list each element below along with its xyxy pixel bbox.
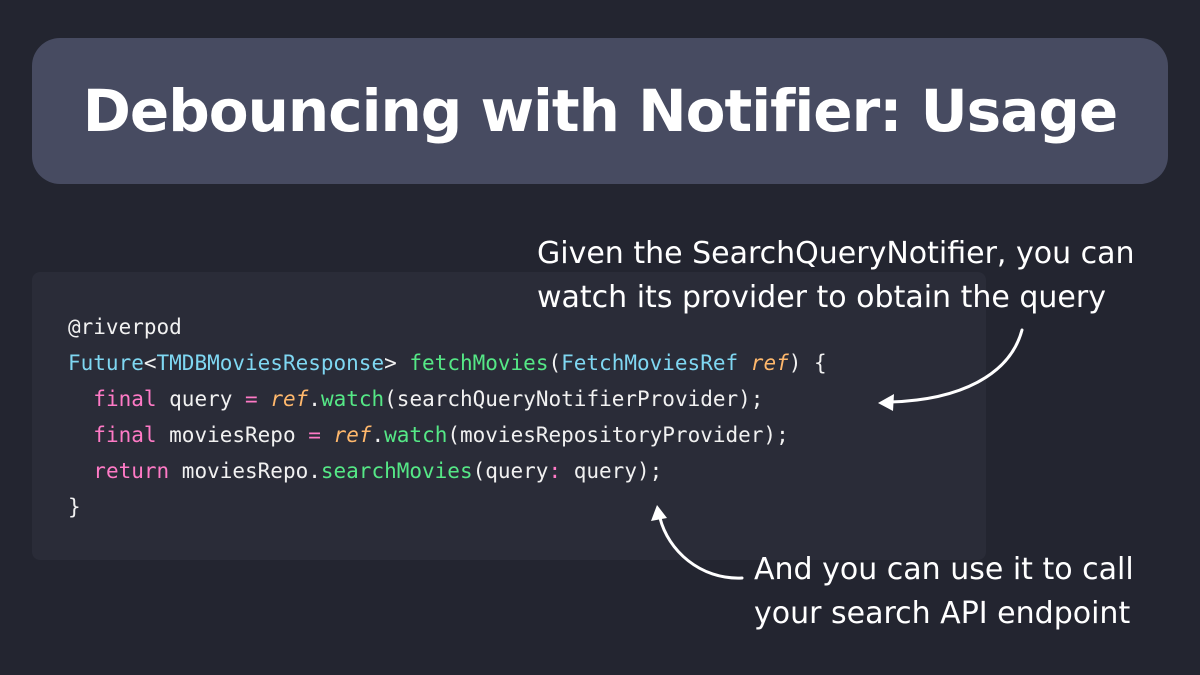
code-line: return moviesRepo.searchMovies(query: qu… <box>68 453 827 489</box>
code-line: Future<TMDBMoviesResponse> fetchMovies(F… <box>68 345 827 381</box>
code-token-func: watch <box>320 387 385 411</box>
code-token-plain: > <box>384 351 410 375</box>
code-token-keyword: = <box>245 387 258 411</box>
code-line: final query = ref.watch(searchQueryNotif… <box>68 381 827 417</box>
code-token-plain: . <box>308 387 321 411</box>
code-token-plain: (moviesRepositoryProvider); <box>447 423 789 447</box>
code-token-plain: moviesRepo. <box>169 459 321 483</box>
callout-bottom-line-1: And you can use it to call <box>754 552 1134 587</box>
callout-bottom-line-2: your search API endpoint <box>754 596 1131 631</box>
code-token-plain: moviesRepo <box>156 423 309 447</box>
code-token-plain: . <box>371 423 385 447</box>
code-token-func: watch <box>384 423 448 447</box>
code-token-param: ref <box>270 387 309 411</box>
code-token-param: ref <box>750 351 789 375</box>
code-line: } <box>68 489 827 525</box>
code-token-plain: query); <box>561 459 663 483</box>
code-token-plain: (query <box>472 459 549 483</box>
code-token-plain: ) { <box>788 351 827 375</box>
callout-top: Given the SearchQueryNotifier, you can w… <box>537 232 1135 320</box>
code-token-annotation: @riverpod <box>68 315 182 339</box>
slide-title: Debouncing with Notifier: Usage <box>82 77 1118 145</box>
code-token-keyword: : <box>548 459 562 483</box>
callout-bottom: And you can use it to call your search A… <box>754 548 1134 636</box>
code-block: @riverpod Future<TMDBMoviesResponse> fetc… <box>68 309 827 525</box>
code-token-func: searchMovies <box>320 459 473 483</box>
callout-top-line-1: Given the SearchQueryNotifier, you can <box>537 236 1135 271</box>
title-banner: Debouncing with Notifier: Usage <box>32 38 1168 184</box>
code-token-plain: (searchQueryNotifierProvider); <box>384 387 764 411</box>
code-token-plain: query <box>156 387 246 411</box>
code-token-func: fetchMovies <box>409 351 549 375</box>
code-token-keyword: final <box>93 423 157 447</box>
code-token-param: ref <box>333 423 372 447</box>
code-token-plain: } <box>68 495 81 519</box>
code-token-plain: < <box>143 351 157 375</box>
code-token-type: TMDBMoviesResponse <box>156 351 385 375</box>
code-line: final moviesRepo = ref.watch(moviesRepos… <box>68 417 827 453</box>
code-token-keyword: return <box>93 459 170 483</box>
callout-top-line-2: watch its provider to obtain the query <box>537 280 1106 315</box>
code-token-keyword: final <box>93 387 157 411</box>
code-token-type: FetchMoviesRef <box>561 351 739 375</box>
code-token-plain: ( <box>548 351 562 375</box>
code-token-type: Future <box>68 351 144 375</box>
code-token-keyword: = <box>308 423 321 447</box>
